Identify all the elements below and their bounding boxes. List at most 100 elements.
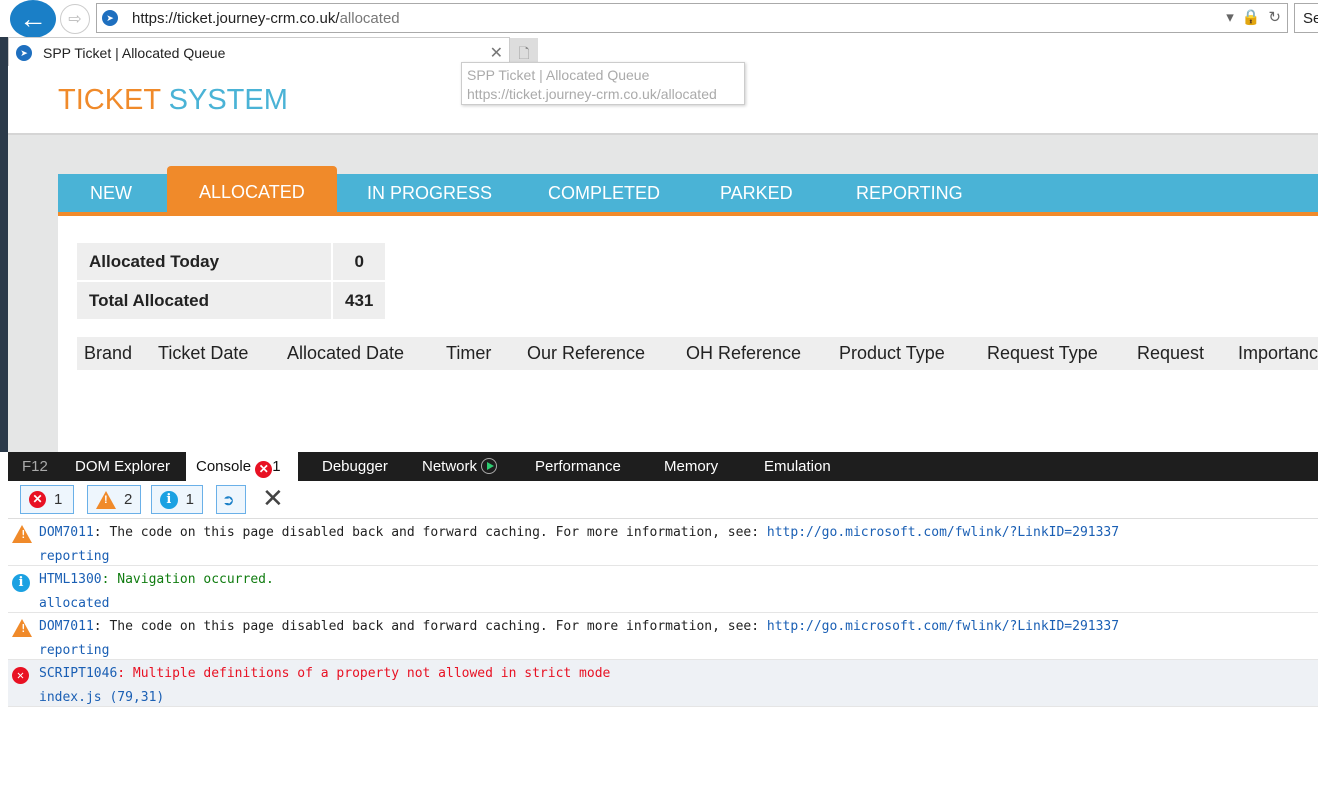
- filter-info-button[interactable]: i1: [151, 485, 203, 514]
- message-source[interactable]: reporting: [39, 549, 109, 564]
- errors-count: 1: [54, 491, 63, 508]
- stat-label: Allocated Today: [77, 243, 331, 280]
- warnings-count: 2: [124, 491, 133, 508]
- url-host: https://ticket.journey-crm.co.uk/: [132, 10, 340, 27]
- tab-memory[interactable]: Memory: [654, 452, 728, 481]
- play-icon: [481, 458, 498, 474]
- clear-on-navigate-icon: ➲: [222, 491, 235, 509]
- devtools-tabs: F12 DOM Explorer Console ✕ 1 Debugger Net…: [8, 452, 1318, 481]
- console-messages: DOM7011: The code on this page disabled …: [8, 519, 1318, 707]
- console-error-count: 1: [272, 458, 281, 475]
- col-brand[interactable]: Brand: [84, 343, 132, 364]
- error-icon: ✕: [255, 461, 273, 478]
- logo-part1: TICKET: [58, 84, 161, 116]
- stat-label: Total Allocated: [77, 282, 331, 319]
- console-message: i HTML1300: Navigation occurred. allocated: [8, 566, 1318, 613]
- console-message: ✕ SCRIPT1046: Multiple definitions of a p…: [8, 660, 1318, 707]
- nav-reporting[interactable]: REPORTING: [824, 174, 995, 212]
- col-allocated-date[interactable]: Allocated Date: [287, 343, 404, 364]
- devtools: F12 DOM Explorer Console ✕ 1 Debugger Net…: [8, 452, 1318, 807]
- message-code[interactable]: HTML1300: [39, 572, 102, 587]
- stat-row: Allocated Today 0: [77, 243, 386, 280]
- search-input[interactable]: Se: [1294, 3, 1318, 33]
- nav-completed[interactable]: COMPLETED: [516, 174, 692, 212]
- nav-parked[interactable]: PARKED: [688, 174, 825, 212]
- console-toolbar: ✕1 2 i1 ➲ ✕: [8, 481, 1318, 519]
- tab-title: SPP Ticket | Allocated Queue: [43, 45, 226, 61]
- message-code[interactable]: DOM7011: [39, 619, 94, 634]
- message-code[interactable]: DOM7011: [39, 525, 94, 540]
- stat-value: 0: [331, 243, 386, 280]
- url-path: allocated: [339, 10, 400, 27]
- warning-icon: [96, 490, 116, 509]
- tab-emulation[interactable]: Emulation: [754, 452, 841, 481]
- tab-debugger[interactable]: Debugger: [312, 452, 398, 481]
- col-request[interactable]: Request: [1137, 343, 1204, 364]
- forward-button[interactable]: ⇨: [60, 4, 90, 34]
- info-count: 1: [185, 491, 194, 508]
- message-link[interactable]: http://go.microsoft.com/fwlink/?LinkID=2…: [767, 619, 1119, 634]
- tab-network-label: Network: [422, 458, 478, 475]
- browser-tab[interactable]: ➤ SPP Ticket | Allocated Queue ✕: [8, 37, 510, 67]
- error-icon: ✕: [12, 667, 29, 684]
- tab-console[interactable]: Console ✕ 1: [186, 452, 298, 481]
- new-tab-button[interactable]: 🗋: [510, 38, 538, 65]
- content-panel: NEW ALLOCATED IN PROGRESS COMPLETED PARK…: [58, 166, 1318, 452]
- col-timer[interactable]: Timer: [446, 343, 491, 364]
- message-text: : The code on this page disabled back an…: [93, 525, 767, 540]
- nav-allocated[interactable]: ALLOCATED: [167, 166, 337, 212]
- tooltip-title: SPP Ticket | Allocated Queue: [467, 67, 650, 83]
- message-text: : The code on this page disabled back an…: [93, 619, 767, 634]
- logo-part2: SYSTEM: [168, 84, 288, 116]
- lock-icon[interactable]: 🔒: [1242, 8, 1261, 26]
- filter-warnings-button[interactable]: 2: [87, 485, 141, 514]
- col-product-type[interactable]: Product Type: [839, 343, 945, 364]
- warning-icon: [12, 619, 32, 637]
- col-request-type[interactable]: Request Type: [987, 343, 1098, 364]
- tab-network[interactable]: Network: [412, 452, 507, 481]
- desktop-edge: [0, 37, 8, 452]
- message-source[interactable]: index.js (79,31): [39, 690, 164, 705]
- logo[interactable]: TICKET SYSTEM: [58, 84, 288, 117]
- tab-f12[interactable]: F12: [12, 452, 58, 481]
- message-text: : Navigation occurred.: [101, 572, 274, 587]
- dropdown-icon[interactable]: ▾: [1226, 8, 1234, 26]
- clear-console-button[interactable]: ✕: [262, 483, 284, 514]
- stat-value: 431: [331, 282, 386, 319]
- col-oh-reference[interactable]: OH Reference: [686, 343, 801, 364]
- tab-tooltip: SPP Ticket | Allocated Queue https://tic…: [461, 62, 745, 105]
- message-code[interactable]: SCRIPT1046: [39, 666, 117, 681]
- message-source[interactable]: reporting: [39, 643, 109, 658]
- message-link[interactable]: http://go.microsoft.com/fwlink/?LinkID=2…: [767, 525, 1119, 540]
- col-our-reference[interactable]: Our Reference: [527, 343, 645, 364]
- info-icon: i: [12, 574, 30, 592]
- url-input[interactable]: ➤ https://ticket.journey-crm.co.uk/alloc…: [96, 3, 1288, 33]
- nav-new[interactable]: NEW: [58, 174, 164, 212]
- nav-in-progress[interactable]: IN PROGRESS: [335, 174, 524, 212]
- clear-on-navigate-button[interactable]: ➲: [216, 485, 246, 514]
- main-nav: NEW ALLOCATED IN PROGRESS COMPLETED PARK…: [58, 166, 1318, 216]
- arrow-right-icon: ⇨: [68, 11, 82, 28]
- message-text: : Multiple definitions of a property not…: [117, 666, 611, 681]
- filter-errors-button[interactable]: ✕ 1: [20, 485, 74, 514]
- close-icon: ✕: [262, 483, 284, 513]
- site-favicon-icon: ➤: [102, 10, 118, 26]
- tab-dom-explorer[interactable]: DOM Explorer: [65, 452, 180, 481]
- refresh-icon[interactable]: ↻: [1268, 8, 1281, 26]
- tab-console-label: Console: [196, 458, 252, 475]
- col-ticket-date[interactable]: Ticket Date: [158, 343, 248, 364]
- error-icon: ✕: [29, 491, 46, 508]
- tab-performance[interactable]: Performance: [525, 452, 631, 481]
- back-button[interactable]: ←: [10, 0, 56, 38]
- col-importance[interactable]: Importance: [1238, 343, 1318, 364]
- new-tab-icon: 🗋: [518, 45, 530, 61]
- close-tab-icon[interactable]: ✕: [490, 43, 503, 63]
- table-header: Brand Ticket Date Allocated Date Timer O…: [77, 337, 1318, 370]
- console-message: DOM7011: The code on this page disabled …: [8, 613, 1318, 660]
- arrow-left-icon: ←: [19, 3, 47, 34]
- stats-table: Allocated Today 0 Total Allocated 431: [77, 241, 386, 321]
- message-source[interactable]: allocated: [39, 596, 109, 611]
- console-message: DOM7011: The code on this page disabled …: [8, 519, 1318, 566]
- warning-icon: [12, 525, 32, 543]
- tooltip-url: https://ticket.journey-crm.co.uk/allocat…: [467, 86, 717, 102]
